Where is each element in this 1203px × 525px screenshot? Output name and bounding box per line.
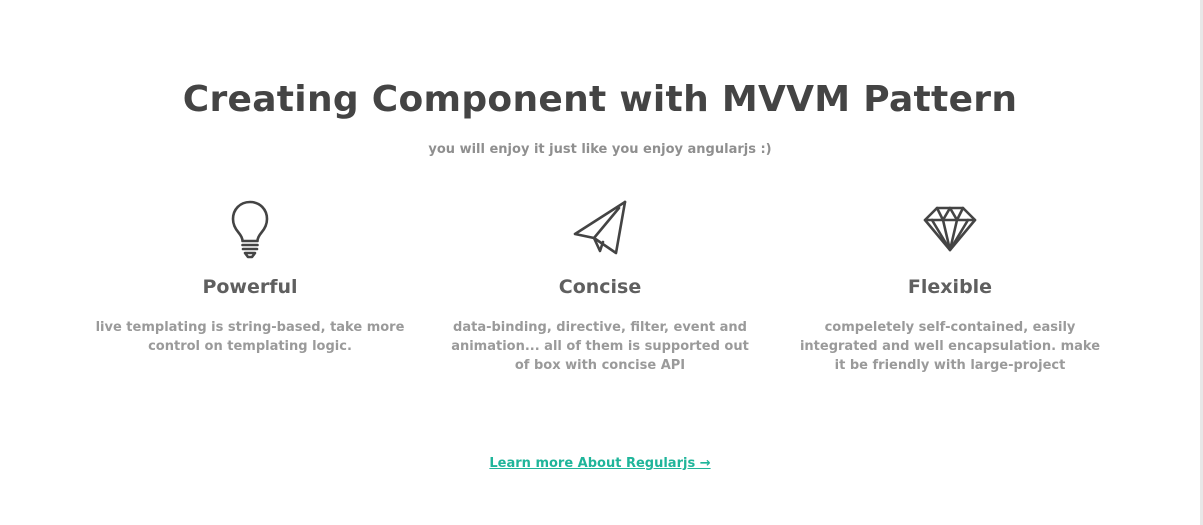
section-title: Creating Component with MVVM Pattern [182, 79, 1018, 120]
paper-plane-icon [570, 196, 630, 260]
learn-more-link[interactable]: Learn more About Regularjs → [489, 456, 710, 471]
feature-title: Powerful [202, 276, 298, 298]
feature-title: Flexible [907, 276, 993, 298]
feature-description: data-binding, directive, filter, event a… [451, 320, 749, 373]
lightbulb-icon [220, 196, 280, 260]
feature-powerful: Powerful live templating is string-based… [85, 196, 415, 356]
feature-flexible: Flexible compeletely self-contained, eas… [785, 196, 1115, 375]
mvvm-feature-section: Creating Component with MVVM Pattern you… [0, 0, 1200, 525]
diamond-icon [920, 196, 980, 260]
feature-concise: Concise data-binding, directive, filter,… [435, 196, 765, 375]
feature-title: Concise [558, 276, 642, 298]
feature-description: live templating is string-based, take mo… [95, 320, 405, 354]
feature-description: compeletely self-contained, easily integ… [799, 320, 1101, 373]
learn-more-container: Learn more About Regularjs → [0, 454, 1200, 474]
section-subtitle: you will enjoy it just like you enjoy an… [428, 142, 772, 157]
